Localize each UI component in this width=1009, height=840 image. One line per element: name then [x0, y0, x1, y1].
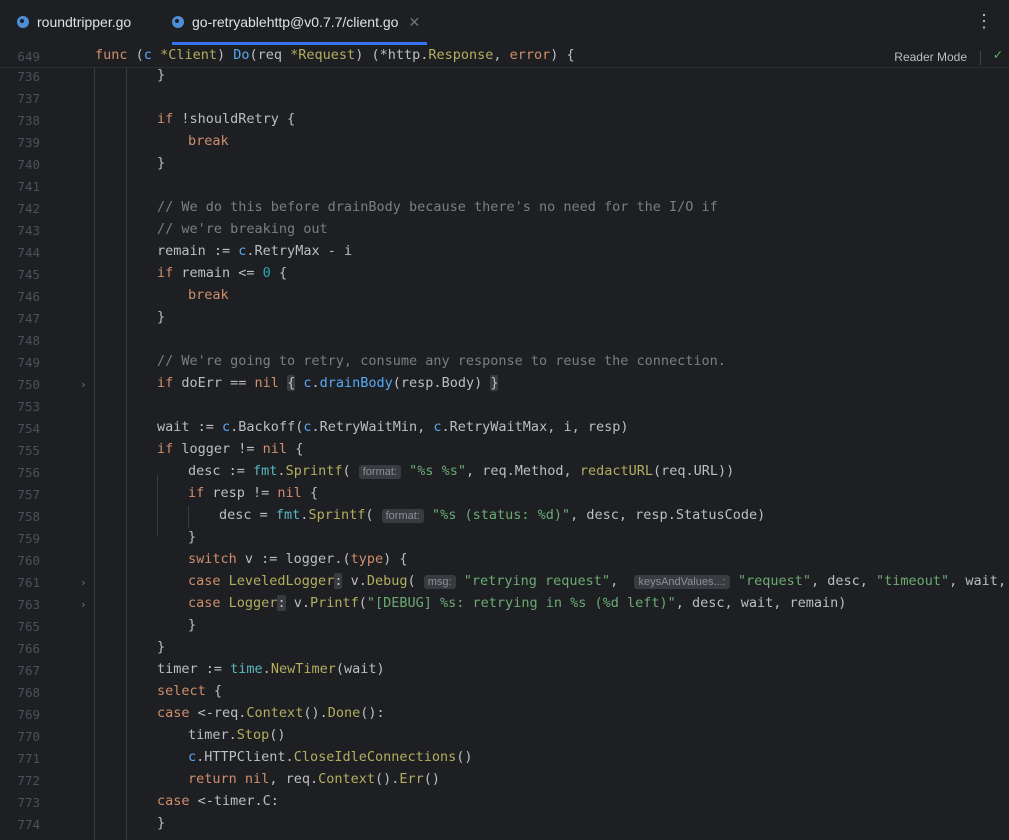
code-line[interactable]: switch v := logger.(type) {	[95, 551, 407, 567]
code-line[interactable]: if resp != nil {	[95, 485, 318, 501]
line-number: 753	[17, 399, 40, 414]
editor-tab-bar: roundtripper.go go-retryablehttp@v0.7.7/…	[0, 0, 1009, 46]
code-line[interactable]: case LeveledLogger: v.Debug( msg: "retry…	[95, 573, 1009, 589]
line-number: 745	[17, 267, 40, 282]
line-number: 761	[17, 575, 40, 590]
code-line[interactable]: case Logger: v.Printf("[DEBUG] %s: retry…	[95, 595, 846, 611]
indent-guide	[157, 475, 158, 535]
line-number: 759	[17, 531, 40, 546]
tab-label: roundtripper.go	[37, 14, 132, 30]
fold-chevron-icon[interactable]: ›	[80, 598, 87, 611]
divider	[980, 51, 981, 65]
code-line[interactable]: // We do this before drainBody because t…	[95, 199, 718, 215]
line-number: 758	[17, 509, 40, 524]
line-number: 736	[17, 69, 40, 84]
line-number: 737	[17, 91, 40, 106]
line-number: 747	[17, 311, 40, 326]
sticky-func-signature[interactable]: func (c *Client) Do(req *Request) (*http…	[95, 47, 575, 63]
tab-label: go-retryablehttp@v0.7.7/client.go	[192, 14, 399, 30]
code-line[interactable]: break	[95, 133, 229, 149]
code-line[interactable]: if logger != nil {	[95, 441, 303, 457]
code-line[interactable]: }	[95, 639, 165, 655]
line-number: 765	[17, 619, 40, 634]
line-number: 742	[17, 201, 40, 216]
close-icon[interactable]: ✕	[408, 14, 420, 31]
tab-client-go[interactable]: go-retryablehttp@v0.7.7/client.go ✕	[172, 0, 427, 45]
line-number: 760	[17, 553, 40, 568]
tab-roundtripper[interactable]: roundtripper.go	[17, 0, 131, 44]
line-number: 773	[17, 795, 40, 810]
line-number: 768	[17, 685, 40, 700]
line-number: 772	[17, 773, 40, 788]
code-line[interactable]: break	[95, 287, 229, 303]
code-line[interactable]: }	[95, 529, 196, 545]
more-options-icon[interactable]: ⋮	[975, 12, 993, 30]
code-line[interactable]: }	[95, 309, 165, 325]
code-line[interactable]: if doErr == nil { c.drainBody(resp.Body)…	[95, 375, 499, 391]
line-number: 743	[17, 223, 40, 238]
fold-chevron-icon[interactable]: ›	[80, 378, 87, 391]
code-line[interactable]: case <-req.Context().Done():	[95, 705, 385, 721]
code-line[interactable]: return nil, req.Context().Err()	[95, 771, 440, 787]
code-line[interactable]: }	[95, 815, 165, 831]
line-number: 757	[17, 487, 40, 502]
fold-chevron-icon[interactable]: ›	[80, 576, 87, 589]
code-line[interactable]: remain := c.RetryMax - i	[95, 243, 352, 259]
line-number: 748	[17, 333, 40, 348]
code-line[interactable]: }	[95, 617, 196, 633]
line-number: 746	[17, 289, 40, 304]
line-number: 649	[17, 49, 40, 64]
line-number: 738	[17, 113, 40, 128]
code-line[interactable]: }	[95, 155, 165, 171]
code-line[interactable]: select {	[95, 683, 222, 699]
line-number: 741	[17, 179, 40, 194]
checkmark-icon[interactable]: ✓	[994, 47, 1002, 63]
reader-mode-toggle[interactable]: Reader Mode	[894, 50, 967, 64]
line-number: 739	[17, 135, 40, 150]
line-number: 750	[17, 377, 40, 392]
sticky-scope-header: 649 func (c *Client) Do(req *Request) (*…	[0, 45, 1009, 68]
code-line[interactable]: }	[95, 67, 165, 83]
line-number: 763	[17, 597, 40, 612]
line-number: 740	[17, 157, 40, 172]
code-line[interactable]: // we're breaking out	[95, 221, 328, 237]
line-number: 771	[17, 751, 40, 766]
line-number: 749	[17, 355, 40, 370]
go-file-icon	[172, 16, 184, 28]
code-line[interactable]: wait := c.Backoff(c.RetryWaitMin, c.Retr…	[95, 419, 628, 435]
line-number: 774	[17, 817, 40, 832]
go-file-icon	[17, 16, 29, 28]
code-line[interactable]: c.HTTPClient.CloseIdleConnections()	[95, 749, 473, 765]
line-number: 767	[17, 663, 40, 678]
line-number: 754	[17, 421, 40, 436]
code-line[interactable]: case <-timer.C:	[95, 793, 279, 809]
code-line[interactable]: timer.Stop()	[95, 727, 286, 743]
line-number: 769	[17, 707, 40, 722]
code-line[interactable]: desc = fmt.Sprintf( format: "%s (status:…	[95, 507, 765, 523]
line-number: 744	[17, 245, 40, 260]
code-line[interactable]: if !shouldRetry {	[95, 111, 295, 127]
code-line[interactable]: desc := fmt.Sprintf( format: "%s %s", re…	[95, 463, 734, 479]
code-line[interactable]: // We're going to retry, consume any res…	[95, 353, 726, 369]
line-number: 766	[17, 641, 40, 656]
code-line[interactable]: timer := time.NewTimer(wait)	[95, 661, 385, 677]
line-number: 770	[17, 729, 40, 744]
line-number: 756	[17, 465, 40, 480]
code-line[interactable]: if remain <= 0 {	[95, 265, 287, 281]
line-number: 755	[17, 443, 40, 458]
